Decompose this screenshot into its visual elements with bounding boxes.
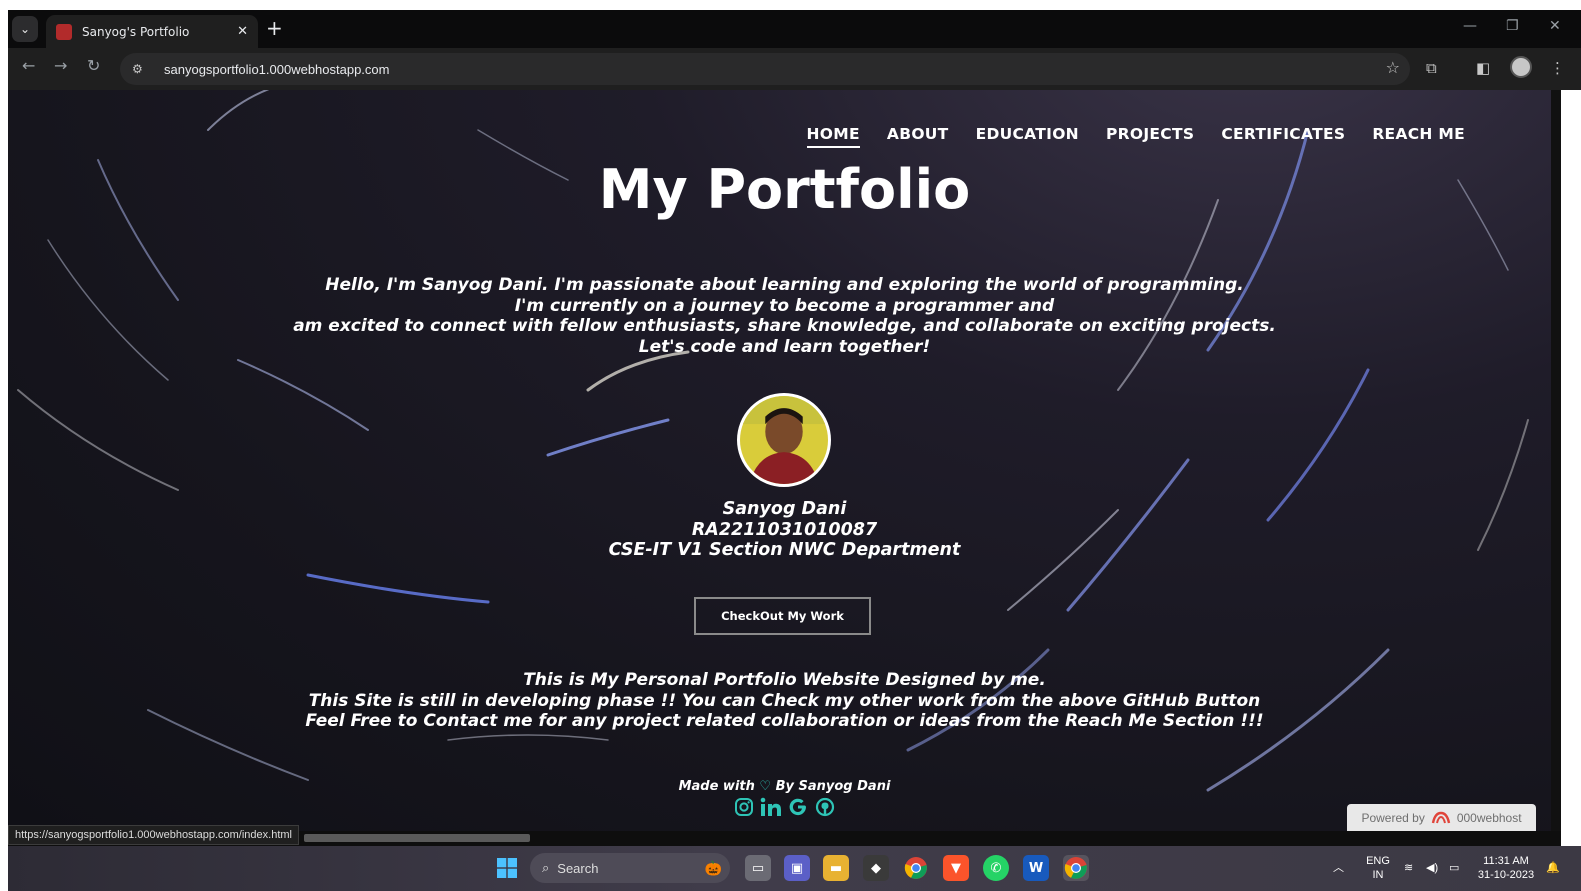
nav-home[interactable]: HOME [806,125,860,148]
nav-reach-me[interactable]: REACH ME [1372,125,1465,148]
profile-section: CSE-IT V1 Section NWC Department [608,540,961,560]
000webhost-logo-icon [1431,811,1451,823]
status-bar-url: https://sanyogsportfolio1.000webhostapp.… [8,825,299,845]
address-bar[interactable]: ⚙ sanyogsportfolio1.000webhostapp.com ☆ [120,53,1410,85]
page-viewport: HOME ABOUT EDUCATION PROJECTS CERTIFICAT… [8,90,1561,831]
battery-icon[interactable]: ▭ [1449,861,1459,875]
profile-avatar-icon[interactable] [1510,56,1532,78]
forward-icon[interactable]: → [54,56,67,75]
active-tab[interactable]: Sanyog's Portfolio ✕ [46,15,258,48]
chrome-icon[interactable] [903,855,929,881]
reload-icon[interactable]: ↻ [87,56,100,75]
site-notes: This is My Personal Portfolio Website De… [8,670,1561,732]
site-nav: HOME ABOUT EDUCATION PROJECTS CERTIFICAT… [806,125,1465,148]
side-panel-icon[interactable]: ◧ [1476,59,1490,77]
powered-by-badge[interactable]: Powered by 000webhost [1347,804,1536,831]
notification-bell-icon[interactable]: 🔔 [1546,861,1560,875]
nav-education[interactable]: EDUCATION [976,125,1079,148]
taskbar: ⌕ Search 🎃 ▭ ▣ ▬ ◆ ▼ ✆ W ︿ ENG IN ≋ ◀) ▭… [8,846,1581,891]
brave-icon[interactable]: ▼ [943,855,969,881]
profile-reg-no: RA2211031010087 [691,519,878,540]
note-line: This Site is still in developing phase !… [308,690,1261,711]
clock-date: 31-10-2023 [1477,869,1535,881]
tab-title: Sanyog's Portfolio [82,24,190,39]
note-line: Feel Free to Contact me for any project … [305,711,1264,731]
browser-toolbar: ← → ↻ ⚙ sanyogsportfolio1.000webhostapp.… [8,48,1581,90]
intro-line: Hello, I'm Sanyog Dani. I'm passionate a… [325,275,1244,295]
nav-projects[interactable]: PROJECTS [1106,125,1194,148]
minimize-icon[interactable]: — [1463,18,1477,34]
restore-icon[interactable]: ❐ [1506,18,1519,34]
taskbar-search-label: Search [557,860,599,876]
intro-text: Hello, I'm Sanyog Dani. I'm passionate a… [8,275,1561,357]
profile-name: Sanyog Dani [722,499,847,519]
powered-by-label: Powered by [1361,810,1425,825]
language-indicator[interactable]: ENG IN [1363,854,1393,882]
tab-search-button[interactable]: ⌄ [12,16,38,42]
clock[interactable]: 11:31 AM 31-10-2023 [1474,854,1538,882]
linkedin-icon[interactable] [760,796,782,818]
taskbar-search[interactable]: ⌕ Search 🎃 [530,853,730,883]
footer-by: By Sanyog Dani [775,779,891,794]
close-window-icon[interactable]: ✕ [1549,18,1561,34]
browser-chrome: ⌄ Sanyog's Portfolio ✕ + — ❐ ✕ ← → ↻ ⚙ s… [8,10,1581,90]
checkout-work-button[interactable]: CheckOut My Work [694,597,871,635]
profile-identity: Sanyog Dani RA2211031010087 CSE-IT V1 Se… [8,499,1561,561]
language-top: ENG [1366,855,1390,867]
google-icon[interactable] [787,796,809,818]
tray-chevron-icon[interactable]: ︿ [1333,861,1344,875]
bookmark-star-icon[interactable]: ☆ [1386,58,1400,77]
intro-line: Let's code and learn together! [638,336,931,357]
file-explorer-icon[interactable]: ▬ [823,855,849,881]
back-icon[interactable]: ← [22,56,35,75]
tab-close-icon[interactable]: ✕ [237,24,248,39]
teams-icon[interactable]: ▣ [784,855,810,881]
site-info-icon[interactable]: ⚙ [132,62,152,76]
task-view-icon[interactable]: ▭ [745,855,771,881]
whatsapp-icon[interactable]: ✆ [983,855,1009,881]
page-title: My Portfolio [598,158,971,221]
wifi-icon[interactable]: ≋ [1404,861,1413,875]
note-line: This is My Personal Portfolio Website De… [523,670,1046,690]
footer-made-with: Made with [678,779,755,794]
status-row: https://sanyogsportfolio1.000webhostapp.… [8,825,1561,846]
intro-line: am excited to connect with fellow enthus… [293,316,1276,336]
address-url[interactable]: sanyogsportfolio1.000webhostapp.com [164,62,389,77]
search-highlight-icon: 🎃 [704,859,722,876]
app-icon[interactable]: ◆ [863,855,889,881]
nav-certificates[interactable]: CERTIFICATES [1221,125,1345,148]
github-icon[interactable] [814,796,836,818]
nav-about[interactable]: ABOUT [887,125,949,148]
heart-icon: ♡ [759,779,772,794]
word-icon[interactable]: W [1023,855,1049,881]
vertical-scrollbar[interactable] [1551,90,1561,831]
clock-time: 11:31 AM [1483,855,1529,867]
footer-credit: Made with ♡ By Sanyog Dani [8,779,1561,794]
chrome-active-icon[interactable] [1063,855,1089,881]
profile-photo [737,393,831,487]
search-icon: ⌕ [542,860,550,875]
tab-strip: ⌄ Sanyog's Portfolio ✕ + — ❐ ✕ [8,10,1581,48]
powered-by-brand: 000webhost [1456,810,1522,825]
extensions-icon[interactable]: ⧉ [1426,59,1437,77]
intro-line: I'm currently on a journey to become a p… [514,295,1055,316]
new-tab-button[interactable]: + [266,18,283,38]
favicon-icon [56,23,72,40]
horizontal-scrollbar-thumb[interactable] [304,834,530,842]
language-bottom: IN [1372,869,1384,881]
instagram-icon[interactable] [733,796,755,818]
volume-icon[interactable]: ◀) [1426,861,1438,875]
menu-kebab-icon[interactable]: ⋮ [1550,59,1565,77]
windows-start-icon[interactable] [494,855,520,881]
social-links [8,796,1561,818]
